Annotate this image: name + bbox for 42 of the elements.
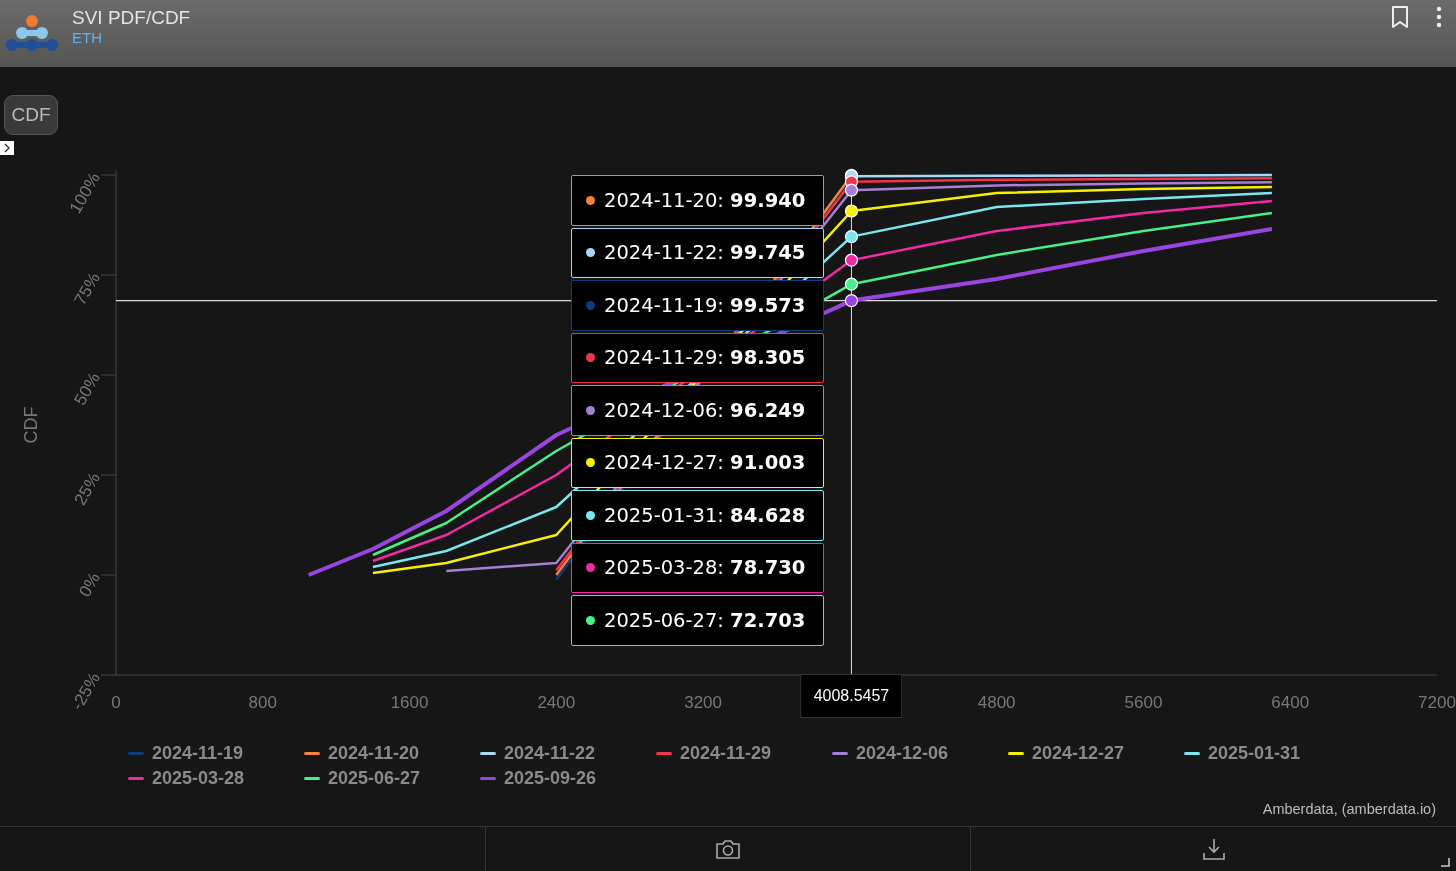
x-tick-label: 3200	[684, 693, 723, 712]
cdf-toggle-button[interactable]: CDF	[4, 95, 58, 135]
legend-label[interactable]: 2024-12-06	[856, 743, 949, 764]
tooltip-text: 2024-11-20: 99.940	[604, 188, 806, 212]
legend-label[interactable]: 2024-11-29	[680, 743, 772, 764]
asset-label: ETH	[72, 29, 103, 46]
tooltip-text: 2024-11-29: 98.305	[604, 346, 806, 370]
camera-icon[interactable]	[715, 838, 741, 860]
tooltip-text: 2024-11-19: 99.573	[604, 293, 806, 317]
credit-text: Amberdata, (amberdata.io)	[1262, 801, 1436, 817]
x-tick-label: 7200	[1418, 693, 1456, 712]
legend-label[interactable]: 2024-11-20	[328, 743, 420, 764]
y-axis-title: CDF	[21, 406, 41, 444]
x-value-label: 4008.5457	[800, 674, 903, 718]
legend-label[interactable]: 2025-09-26	[504, 768, 597, 789]
legend-label[interactable]: 2024-11-19	[152, 743, 244, 764]
legend-label[interactable]: 2024-12-27	[1032, 743, 1125, 764]
x-tick-label: 5600	[1124, 693, 1163, 712]
tooltip-text: 2024-12-27: 91.003	[604, 451, 806, 475]
x-tick-label: 6400	[1271, 693, 1310, 712]
x-tick-label: 0	[111, 693, 121, 712]
x-tick-label: 1600	[390, 693, 429, 712]
x-tick-label: 800	[248, 693, 277, 712]
tooltip-text: 2024-12-06: 96.249	[604, 398, 806, 422]
logo-icon	[4, 13, 60, 54]
legend-label[interactable]: 2024-11-22	[504, 743, 596, 764]
resize-handle-icon[interactable]	[1440, 857, 1450, 867]
download-icon[interactable]	[1201, 837, 1226, 861]
chevron-icon[interactable]	[0, 141, 14, 155]
legend-label[interactable]: 2025-06-27	[328, 768, 421, 789]
x-tick-label: 2400	[537, 693, 576, 712]
tooltip-text: 2024-11-22: 99.745	[604, 241, 806, 265]
y-tick-label: 0%	[75, 569, 104, 601]
legend-label[interactable]: 2025-01-31	[1208, 743, 1301, 764]
bookmark-icon[interactable]	[1390, 4, 1410, 29]
panel-title: SVI PDF/CDF	[72, 7, 191, 29]
tooltip-text: 2025-01-31: 84.628	[604, 503, 806, 527]
x-tick-label: 4800	[977, 693, 1016, 712]
tooltip-text: 2025-03-28: 78.730	[604, 556, 806, 580]
more-icon[interactable]	[1436, 5, 1442, 28]
legend-label[interactable]: 2025-03-28	[152, 768, 245, 789]
tooltip-text: 2025-06-27: 72.703	[604, 608, 806, 632]
